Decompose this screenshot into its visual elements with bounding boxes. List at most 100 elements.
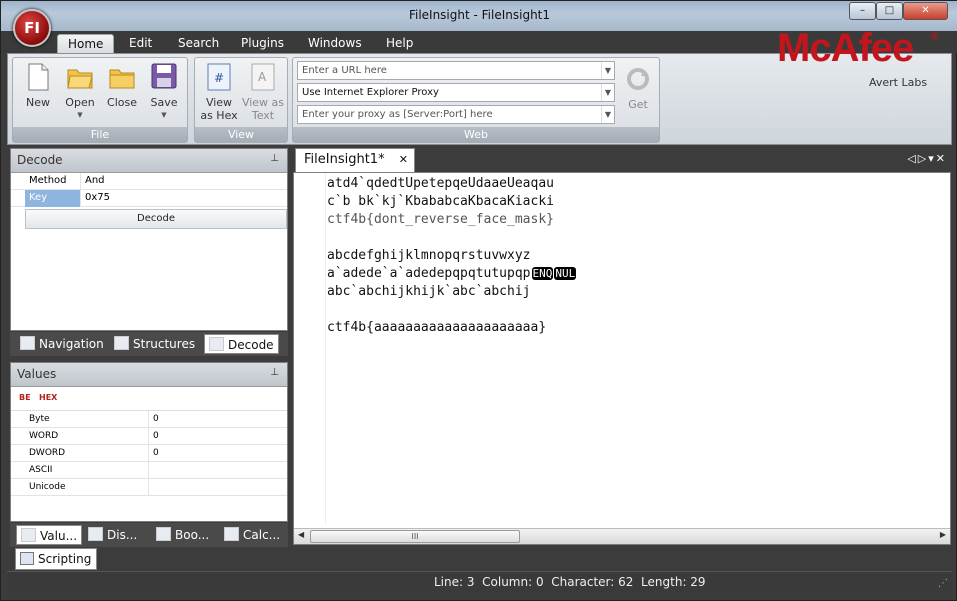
get-label: Get bbox=[628, 98, 648, 111]
new-label: New bbox=[26, 96, 50, 109]
minimize-button[interactable]: – bbox=[849, 2, 876, 20]
chevron-down-icon[interactable]: ▼ bbox=[601, 106, 614, 123]
chevron-down-icon[interactable]: ▼ bbox=[601, 84, 614, 101]
method-value[interactable]: And bbox=[81, 173, 287, 190]
values-tab-label: Valu... bbox=[40, 529, 78, 543]
web-group-label: Web bbox=[293, 127, 659, 142]
tab-help[interactable]: Help bbox=[386, 34, 413, 53]
word-key: WORD bbox=[25, 428, 149, 445]
ascii-value bbox=[149, 462, 287, 479]
application-window: FileInsight - FileInsight1 – □ ✕ FI Home… bbox=[0, 0, 957, 601]
save-dropdown-icon[interactable]: ▼ bbox=[143, 109, 185, 122]
resize-grip-icon[interactable]: ⋰ bbox=[938, 578, 948, 589]
view-hex-label-2: as Hex bbox=[200, 109, 238, 122]
key-value[interactable]: 0x75 bbox=[81, 190, 287, 207]
code-line: c`b bk`kj`KbababcaKbacaKiacki bbox=[327, 194, 554, 209]
decode-pane: Decode ⊥ Method And Key 0x75 Decode bbox=[10, 148, 288, 331]
bookmarks-icon bbox=[156, 527, 171, 541]
code-line: ctf4b{dont_reverse_face_mask} bbox=[327, 212, 554, 227]
proxy-input[interactable]: Enter your proxy as [Server:Port] here ▼ bbox=[297, 105, 615, 124]
navigation-icon bbox=[20, 336, 35, 350]
value-row-unicode[interactable]: Unicode bbox=[11, 479, 287, 496]
pin-icon[interactable]: ⊥ bbox=[270, 367, 279, 378]
decode-button[interactable]: Decode bbox=[25, 209, 287, 229]
method-key: Method bbox=[25, 173, 81, 190]
ascii-key: ASCII bbox=[25, 462, 149, 479]
scroll-left-icon[interactable]: ◀ bbox=[298, 530, 304, 539]
value-row-word[interactable]: WORD 0 bbox=[11, 428, 287, 445]
dword-value: 0 bbox=[153, 448, 159, 458]
horizontal-scrollbar[interactable]: ◀ III ▶ bbox=[294, 528, 950, 544]
view-text-label-2: Text bbox=[251, 109, 275, 122]
key-key: Key bbox=[25, 190, 81, 207]
chevron-down-icon[interactable]: ▼ bbox=[601, 62, 614, 79]
view-group: # View as Hex A View as Text View bbox=[194, 57, 288, 143]
left-pane-tabs: Navigation Structures Decode bbox=[10, 332, 288, 356]
get-button[interactable]: Get bbox=[617, 64, 659, 111]
tab-navigation[interactable]: Navigation bbox=[20, 334, 104, 354]
code-line: abcdefghijklmnopqrstuvwxyz bbox=[327, 248, 531, 263]
tab-scripting[interactable]: Scripting bbox=[15, 548, 97, 570]
tab-windows[interactable]: Windows bbox=[308, 34, 362, 53]
open-button[interactable]: Open ▼ bbox=[59, 62, 101, 122]
new-button[interactable]: New bbox=[17, 62, 59, 109]
tab-structures[interactable]: Structures bbox=[114, 334, 195, 354]
proxy-mode-value: Use Internet Explorer Proxy bbox=[302, 87, 439, 98]
bookmarks-tab-label: Boo... bbox=[175, 528, 210, 542]
tab-disassembly[interactable]: Dis... bbox=[88, 525, 137, 545]
tab-search[interactable]: Search bbox=[178, 34, 219, 53]
navigation-label: Navigation bbox=[39, 337, 104, 351]
values-pane-header: Values ⊥ bbox=[11, 363, 287, 387]
open-dropdown-icon[interactable]: ▼ bbox=[59, 109, 101, 122]
close-tab-icon[interactable]: ✕ bbox=[399, 153, 408, 166]
open-label: Open bbox=[65, 96, 95, 109]
values-pane-title: Values bbox=[17, 367, 57, 381]
proxy-placeholder: Enter your proxy as [Server:Port] here bbox=[302, 109, 493, 120]
document-tab[interactable]: FileInsight1* ✕ bbox=[295, 148, 415, 172]
proxy-mode-select[interactable]: Use Internet Explorer Proxy ▼ bbox=[297, 83, 615, 102]
tab-calculator[interactable]: Calc... bbox=[224, 525, 280, 545]
tab-edit[interactable]: Edit bbox=[129, 34, 152, 53]
scroll-right-icon[interactable]: ▶ bbox=[940, 530, 946, 539]
calculator-icon bbox=[224, 527, 239, 541]
app-menu-button[interactable]: FI bbox=[13, 9, 51, 47]
view-hex-label-1: View bbox=[205, 96, 233, 109]
big-endian-icon[interactable]: BE bbox=[19, 393, 31, 402]
hex-toggle-icon[interactable]: HEX bbox=[39, 393, 57, 402]
view-as-hex-button[interactable]: # View as Hex bbox=[197, 62, 241, 122]
tab-bookmarks[interactable]: Boo... bbox=[156, 525, 209, 545]
method-row[interactable]: Method And bbox=[11, 173, 287, 190]
status-bar: Line: 3 Column: 0 Character: 62 Length: … bbox=[7, 571, 952, 593]
save-label: Save bbox=[150, 96, 178, 109]
value-row-ascii[interactable]: ASCII bbox=[11, 462, 287, 479]
close-label: Close bbox=[107, 96, 137, 109]
url-input[interactable]: Enter a URL here ▼ bbox=[297, 61, 615, 80]
text-view-icon: A bbox=[251, 63, 275, 91]
value-row-byte[interactable]: Byte 0 bbox=[11, 411, 287, 428]
editor-content[interactable]: atd4`qdedtUpetepqeUdaaeUeaqau c`b bk`kj`… bbox=[327, 175, 577, 337]
close-window-button[interactable]: ✕ bbox=[903, 2, 948, 20]
view-text-label-1: View as bbox=[241, 96, 285, 109]
code-line-with-controls: a`adede`a`adedepqpqtutupqp ENQ NUL bbox=[327, 265, 577, 283]
tab-plugins[interactable]: Plugins bbox=[241, 34, 284, 53]
save-button[interactable]: Save ▼ bbox=[143, 62, 185, 122]
close-button[interactable]: Close bbox=[101, 62, 143, 109]
logo-subtitle: Avert Labs bbox=[869, 76, 928, 89]
view-as-text-button[interactable]: A View as Text bbox=[241, 62, 285, 122]
maximize-button[interactable]: □ bbox=[876, 2, 903, 20]
key-row[interactable]: Key 0x75 bbox=[11, 190, 287, 207]
close-folder-icon bbox=[109, 69, 135, 89]
scroll-thumb[interactable]: III bbox=[310, 530, 520, 543]
document-nav-controls[interactable]: ◁▷▾✕ bbox=[907, 152, 947, 165]
tab-decode[interactable]: Decode bbox=[204, 334, 279, 354]
tab-home[interactable]: Home bbox=[57, 34, 115, 53]
value-row-dword[interactable]: DWORD 0 bbox=[11, 445, 287, 462]
byte-value: 0 bbox=[153, 414, 159, 424]
tab-values[interactable]: Valu... bbox=[16, 525, 83, 545]
svg-text:#: # bbox=[214, 71, 224, 85]
control-char-nul: NUL bbox=[554, 267, 577, 280]
web-group: Enter a URL here ▼ Use Internet Explorer… bbox=[292, 57, 660, 143]
text-editor[interactable]: atd4`qdedtUpetepqeUdaaeUeaqau c`b bk`kj`… bbox=[293, 172, 951, 545]
pin-icon[interactable]: ⊥ bbox=[270, 153, 279, 164]
